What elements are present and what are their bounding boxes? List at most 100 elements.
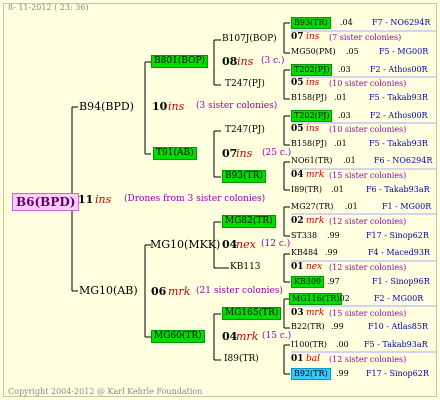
row-code: F1 - Sinop96R <box>372 277 430 286</box>
row-code: F17 - Sinop62R <box>366 231 429 240</box>
row-name[interactable]: NO61(TR) <box>291 157 332 165</box>
row-name[interactable]: T202(PJ) <box>291 110 333 122</box>
row-name[interactable]: I100(TR) <box>291 341 327 349</box>
row-code: F2 - MG00R <box>374 294 424 303</box>
row-name[interactable]: B92(TR) <box>291 368 331 380</box>
row-code: F5 - Takab93R <box>369 139 428 148</box>
row-num: 03 <box>291 308 304 318</box>
row-score: .99 <box>325 248 338 257</box>
gen2-a-name[interactable]: B801(BOP) <box>151 55 209 68</box>
row-note: (7 sister colonies) <box>329 33 402 42</box>
row-note: (10 sister colonies) <box>329 79 407 88</box>
row-note: (15 sister colonies) <box>329 309 407 318</box>
row-word: mrk <box>306 216 325 226</box>
gen1-a-note: (3 sister colonies) <box>196 101 278 111</box>
row-score: .99 <box>327 231 340 240</box>
gen1-b-word: mrk <box>168 285 191 298</box>
row-code: F5 - MG00R <box>379 47 429 56</box>
gen3-name[interactable]: I89(TR) <box>224 355 259 364</box>
gen3-name[interactable]: KB113 <box>230 263 261 272</box>
gen2-a-num: 08 <box>222 55 238 68</box>
gen1-b-name[interactable]: MG10(AB) <box>79 285 138 296</box>
gen1-b-note: (21 sister colonies) <box>196 286 283 296</box>
row-name[interactable]: MG50(PM) <box>291 48 336 56</box>
gen3-name[interactable]: B93(TR) <box>222 170 266 183</box>
gen3-name[interactable]: T247(PJ) <box>225 80 265 89</box>
row-name[interactable]: B158(PJ) <box>291 140 327 148</box>
row-code: F10 - Atlas85R <box>368 322 429 331</box>
row-code: F17 - Sinop62R <box>366 369 429 378</box>
row-code: F7 - NO6294R <box>372 18 431 27</box>
row-name[interactable]: ST338 <box>291 232 317 240</box>
gen2-d-note: (15 c.) <box>262 331 292 341</box>
root-note: (Drones from 3 sister colonies) <box>124 194 266 204</box>
gen2-d-name[interactable]: MG60(TR) <box>151 330 205 343</box>
row-word: ins <box>306 124 320 134</box>
row-name[interactable]: I89(TR) <box>291 186 322 194</box>
row-score: .03 <box>338 111 351 120</box>
row-word: bal <box>306 354 321 364</box>
row-word: nex <box>306 262 323 272</box>
row-score: .03 <box>338 65 351 74</box>
root-num: 11 <box>78 193 94 206</box>
row-code: F2 - Athos00R <box>370 65 428 74</box>
row-score: .05 <box>346 47 359 56</box>
row-score: .01 <box>343 156 356 165</box>
gen2-c-word: nex <box>236 238 256 251</box>
gen2-c-name[interactable]: MG10(MKK) <box>150 239 220 250</box>
row-code: F6 - Takab93aR <box>366 185 430 194</box>
gen1-a-num: 10 <box>152 100 168 113</box>
row-score: .01 <box>334 139 347 148</box>
row-num: 01 <box>291 354 304 364</box>
row-name[interactable]: B22(TR) <box>291 323 325 331</box>
row-score: .02 <box>337 294 350 303</box>
row-name[interactable]: KB484 <box>291 249 318 257</box>
row-name[interactable]: B158(PJ) <box>291 94 327 102</box>
row-note: (12 sister colonies) <box>329 263 407 272</box>
root-word: ins <box>95 193 112 206</box>
gen2-c-note: (12 c.) <box>261 239 291 249</box>
row-name[interactable]: T202(PJ) <box>291 64 333 76</box>
row-code: F5 - Takab93R <box>369 93 428 102</box>
gen1-b-num: 06 <box>151 285 167 298</box>
row-note: (12 sister colonies) <box>329 355 407 364</box>
row-note: (15 sister colonies) <box>329 171 407 180</box>
gen1-a-word: ins <box>168 100 185 113</box>
gen2-b-name[interactable]: T91(AB) <box>153 147 197 160</box>
row-score: .01 <box>334 93 347 102</box>
row-score: .99 <box>331 322 344 331</box>
gen2-d-word: mrk <box>236 330 259 343</box>
gen2-a-note: (3 c.) <box>261 56 285 66</box>
row-name[interactable]: KB309 <box>291 276 325 288</box>
row-num: 02 <box>291 216 304 226</box>
row-word: ins <box>306 32 320 42</box>
row-code: F4 - Maced93R <box>368 248 430 257</box>
row-code: F5 - Takab93aR <box>364 340 428 349</box>
row-score: .04 <box>340 18 353 27</box>
row-num: 04 <box>291 170 304 180</box>
gen2-a-word: ins <box>237 55 254 68</box>
row-note: (12 sister colonies) <box>329 217 407 226</box>
row-word: mrk <box>306 170 325 180</box>
row-code: F6 - NO6294R <box>374 156 433 165</box>
row-score: .99 <box>336 369 349 378</box>
gen1-a-name[interactable]: B94(BPD) <box>79 101 134 112</box>
gen3-name[interactable]: MG82(TR) <box>222 215 276 228</box>
gen3-name[interactable]: MG165(TR) <box>222 307 282 320</box>
row-name[interactable]: MG116(TR) <box>289 293 343 305</box>
row-score: .97 <box>327 277 340 286</box>
row-word: ins <box>306 78 320 88</box>
pedigree-page: 8- 11-2012 ( 23: 36) B6(BPD) 11 ins (Dro… <box>0 0 440 400</box>
row-name[interactable]: MG27(TR) <box>291 203 333 211</box>
row-score: .00 <box>336 340 349 349</box>
row-name[interactable]: B93(TR) <box>291 17 331 29</box>
row-score: .01 <box>345 202 358 211</box>
row-num: 07 <box>291 32 304 42</box>
row-code: F1 - MG00R <box>382 202 432 211</box>
row-num: 05 <box>291 78 304 88</box>
row-score: .01 <box>331 185 344 194</box>
row-num: 01 <box>291 262 304 272</box>
root-queen[interactable]: B6(BPD) <box>12 193 80 211</box>
gen3-name[interactable]: B107J(BOP) <box>222 35 277 44</box>
gen3-name[interactable]: T247(PJ) <box>225 126 265 135</box>
